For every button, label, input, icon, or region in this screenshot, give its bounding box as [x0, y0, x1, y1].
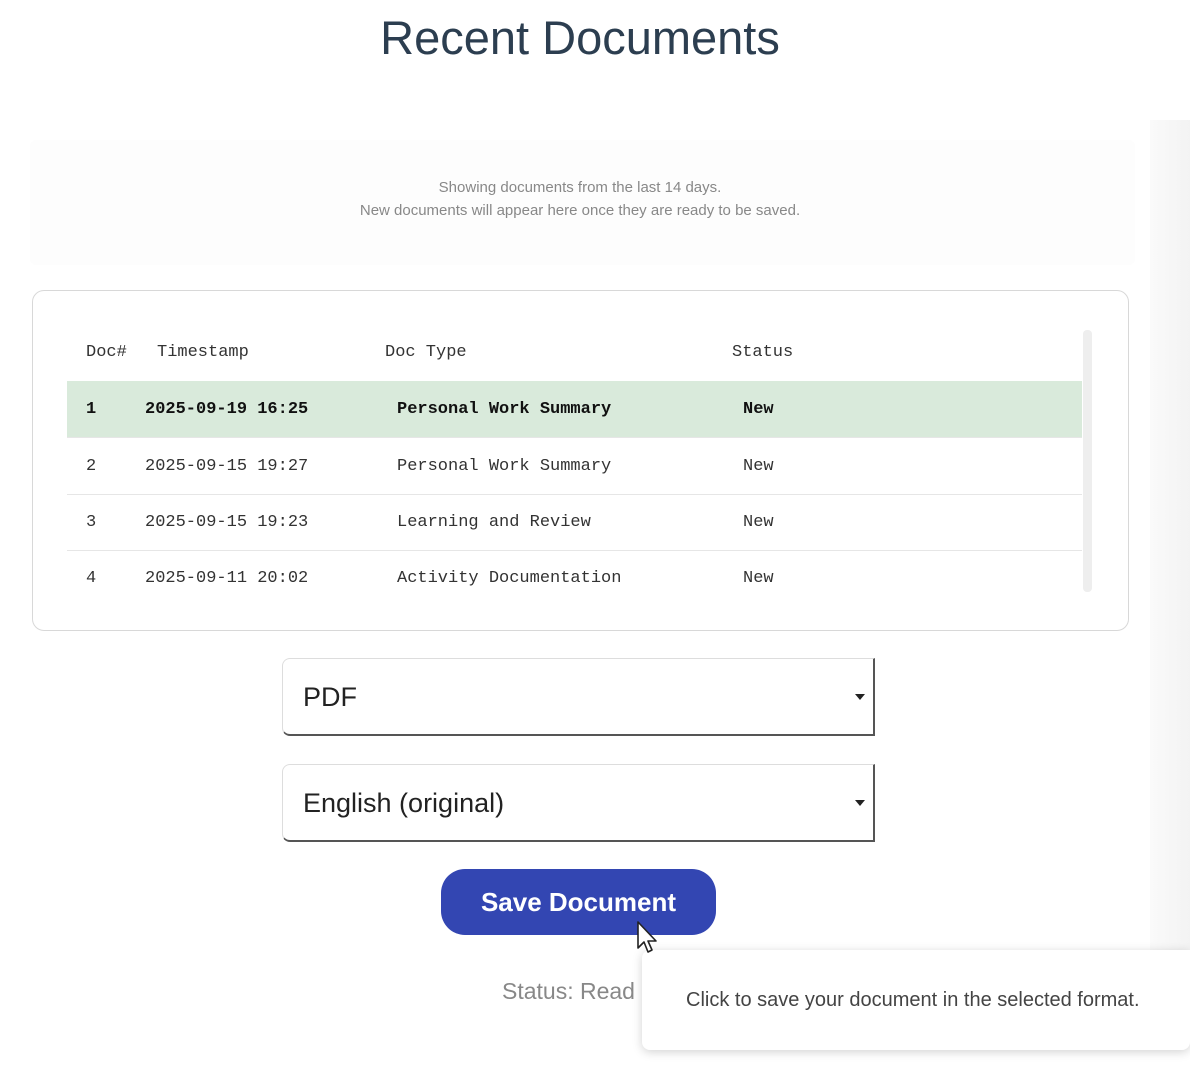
caret-down-icon: [855, 800, 865, 806]
column-header-status: Status: [732, 343, 794, 362]
row-doc-type: Learning and Review: [397, 513, 591, 532]
notice-line-1: Showing documents from the last 14 days.: [438, 179, 722, 196]
row-timestamp: 2025-09-15 19:23: [145, 513, 309, 532]
table-row[interactable]: 2 2025-09-15 19:27 Personal Work Summary…: [67, 438, 1082, 495]
row-doc-type: Personal Work Summary: [397, 457, 612, 476]
row-status: New: [743, 457, 774, 476]
table-row[interactable]: 4 2025-09-11 20:02 Activity Documentatio…: [67, 550, 1082, 606]
row-doc-type: Activity Documentation: [397, 569, 622, 588]
tooltip-text: Click to save your document in the selec…: [686, 989, 1140, 1011]
tooltip: Click to save your document in the selec…: [642, 950, 1190, 1050]
save-document-button[interactable]: Save Document: [441, 869, 716, 935]
row-status: New: [743, 513, 774, 532]
table-row[interactable]: 1 2025-09-19 16:25 Personal Work Summary…: [67, 381, 1082, 438]
page-title: Recent Documents: [380, 11, 780, 64]
table-scrollbar[interactable]: [1083, 330, 1092, 592]
column-header-timestamp: Timestamp: [157, 343, 249, 362]
row-timestamp: 2025-09-15 19:27: [145, 457, 309, 476]
row-doc-number: 3: [86, 513, 97, 532]
page: Recent Documents Showing documents from …: [0, 0, 1190, 1072]
mouse-pointer-icon: [637, 921, 657, 953]
row-status: New: [743, 400, 774, 419]
table-row[interactable]: 3 2025-09-15 19:23 Learning and Review N…: [67, 494, 1082, 551]
status-text: Status: Read: [502, 978, 635, 1004]
row-timestamp: 2025-09-11 20:02: [145, 569, 309, 588]
row-doc-type: Personal Work Summary: [397, 400, 612, 419]
column-header-doc-number: Doc#: [86, 343, 127, 362]
row-doc-number: 1: [86, 400, 97, 419]
language-select-value: English (original): [303, 788, 505, 818]
notice-line-2: New documents will appear here once they…: [359, 202, 801, 219]
row-doc-number: 2: [86, 457, 97, 476]
row-timestamp: 2025-09-19 16:25: [145, 400, 309, 419]
caret-down-icon: [855, 694, 865, 700]
row-status: New: [743, 569, 774, 588]
format-select[interactable]: PDF: [282, 658, 875, 736]
format-select-value: PDF: [303, 682, 357, 712]
side-panel-edge: [1150, 120, 1190, 950]
language-select[interactable]: English (original): [282, 764, 875, 842]
row-doc-number: 4: [86, 569, 97, 588]
column-header-doc-type: Doc Type: [385, 343, 467, 362]
